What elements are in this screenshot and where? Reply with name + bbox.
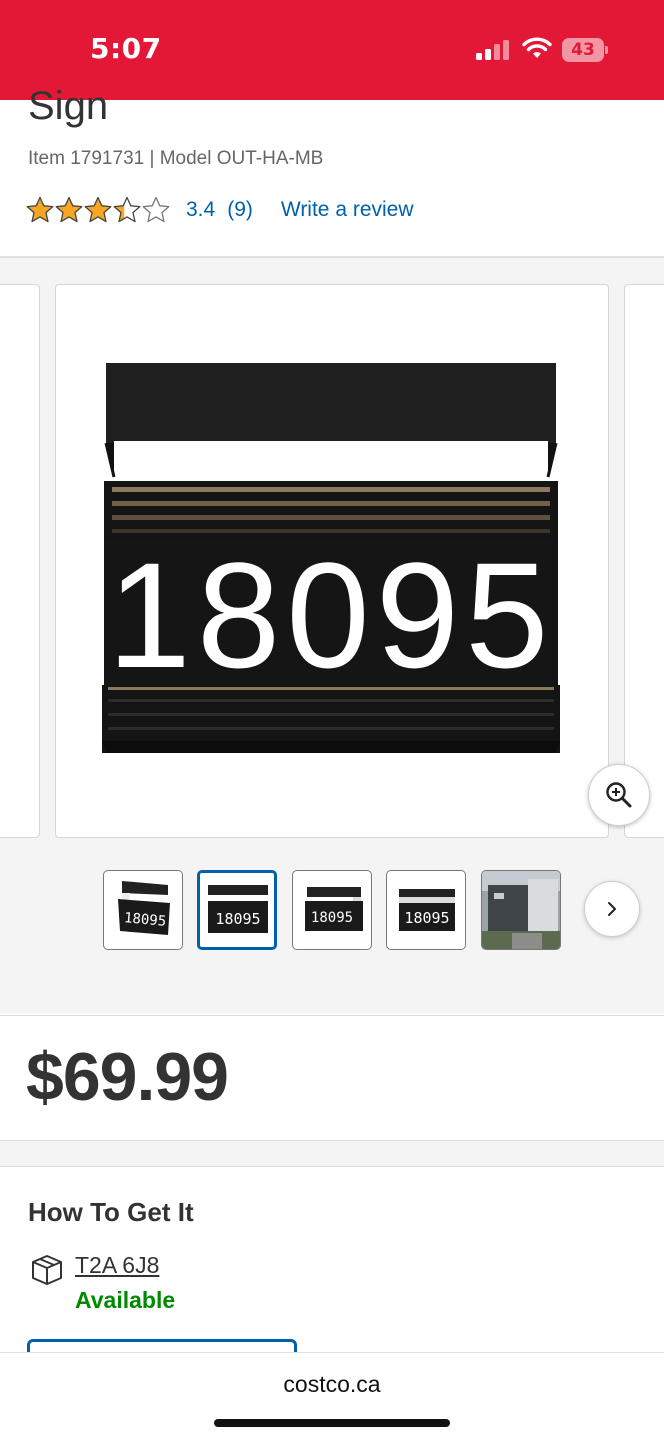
postal-code-link[interactable]: T2A 6J8 (75, 1252, 159, 1279)
item-model-number: Item 1791731 | Model OUT-HA-MB (28, 148, 324, 169)
house-number-text: 18095 (107, 531, 554, 699)
review-count[interactable]: (9) (227, 198, 253, 222)
wifi-icon (522, 37, 552, 58)
thumbnail-image: 18095 (305, 887, 363, 931)
thumbnail-2[interactable]: 18095 (197, 870, 277, 950)
star-icon (113, 196, 141, 223)
availability-status: Available (75, 1287, 176, 1313)
thumbnails-next-button[interactable] (584, 881, 640, 937)
zoom-button[interactable] (588, 764, 650, 826)
thumbnail-image: 18095 (118, 881, 170, 935)
svg-text:18095: 18095 (311, 910, 353, 926)
chevron-right-icon (608, 902, 616, 916)
write-review-link[interactable]: Write a review (281, 198, 414, 222)
thumbnail-4[interactable]: 18095 (386, 870, 466, 950)
browser-bottom-bar: costco.ca (0, 1352, 664, 1440)
product-price: $69.99 (26, 1039, 229, 1115)
thumbnail-house-photo (482, 871, 560, 949)
next-slide[interactable] (624, 284, 664, 838)
svg-text:18095: 18095 (404, 909, 449, 927)
image-gallery: 18095 18095 18095 18095 18095 (0, 258, 664, 1013)
thumbnail-1[interactable]: 18095 (103, 870, 183, 950)
previous-slide[interactable] (0, 284, 40, 838)
star-icon (26, 196, 54, 223)
star-rating[interactable] (26, 196, 170, 224)
status-time: 5:07 (90, 32, 162, 65)
thumbnail-strip: 18095 18095 18095 18095 (0, 870, 664, 950)
thumbnail-3[interactable]: 18095 (292, 870, 372, 950)
svg-text:18095: 18095 (215, 910, 260, 928)
product-title: Sign (28, 84, 109, 128)
section-gap (0, 1140, 664, 1166)
thumbnail-image: 18095 (208, 885, 268, 933)
thumbnail-5[interactable] (481, 870, 561, 950)
zoom-in-icon (606, 782, 632, 808)
product-image[interactable]: 18095 (55, 284, 609, 838)
cellular-signal-icon (476, 40, 509, 60)
address-bar-url[interactable]: costco.ca (0, 1371, 664, 1398)
star-icon (84, 196, 112, 223)
star-icon (55, 196, 83, 223)
star-icon (142, 196, 170, 223)
fulfillment-heading: How To Get It (28, 1197, 194, 1227)
battery-level: 43 (571, 40, 595, 60)
rating-row: 3.4 (9) Write a review (26, 194, 414, 226)
thumbnail-image: 18095 (399, 889, 455, 931)
price-section: $69.99 (0, 1015, 664, 1139)
product-photo: 18095 (102, 363, 560, 753)
rating-value[interactable]: 3.4 (186, 198, 215, 222)
battery-icon: 43 (562, 38, 608, 62)
fulfillment-section: How To Get It T2A 6J8 Available (0, 1166, 664, 1369)
delivery-box-icon (32, 1255, 62, 1285)
home-indicator[interactable] (214, 1419, 450, 1427)
